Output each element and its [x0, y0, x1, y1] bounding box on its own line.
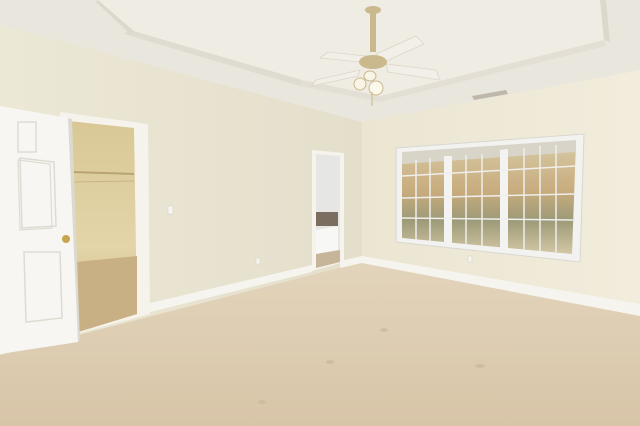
- light-switch: [167, 205, 174, 215]
- triple-window: [395, 133, 585, 263]
- wall-outlet: [467, 255, 473, 263]
- fan-light: [363, 70, 377, 82]
- fan-light: [353, 77, 367, 91]
- bathroom-doorway: [312, 150, 344, 271]
- fan-light: [368, 80, 384, 96]
- bathtub: [316, 226, 338, 254]
- bedroom-photo: [0, 0, 640, 426]
- door-knob: [62, 235, 70, 243]
- bedroom-door: [0, 106, 80, 354]
- wall-outlet: [255, 257, 261, 265]
